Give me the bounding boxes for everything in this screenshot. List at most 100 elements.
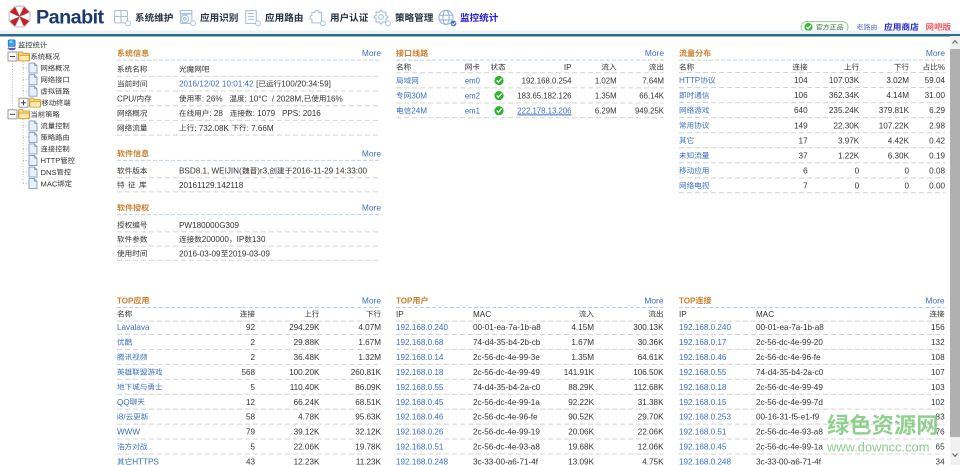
svg-text:24M: 24M (411, 107, 427, 116)
svg-text:30.36K: 30.36K (638, 338, 664, 347)
svg-text:IP: IP (237, 235, 245, 244)
svg-text:88.29K: 88.29K (568, 383, 594, 392)
svg-text:20161129.142118: 20161129.142118 (179, 181, 244, 190)
svg-text:00-01-ea-7a-1b-a8: 00-01-ea-7a-1b-a8 (473, 323, 541, 332)
svg-text:108: 108 (931, 353, 945, 362)
svg-text:12.06K: 12.06K (638, 443, 664, 452)
svg-text:0.19: 0.19 (929, 151, 945, 160)
svg-text:294.29K: 294.29K (289, 323, 320, 332)
svg-text:192.168.0.55: 192.168.0.55 (396, 383, 444, 392)
svg-text:: 1079 PPS: 2016: : 1079 PPS: 2016 (253, 109, 322, 118)
svg-text:130: 130 (252, 235, 266, 244)
svg-text:2016-03-09: 2016-03-09 (179, 249, 221, 258)
svg-text:4.15M: 4.15M (571, 323, 594, 332)
svg-text:222.178.13.206: 222.178.13.206 (517, 107, 571, 116)
svg-text:Lavalava: Lavalava (117, 323, 150, 332)
svg-text:37: 37 (799, 151, 809, 160)
svg-text:192.168.0.240: 192.168.0.240 (396, 323, 448, 332)
svg-text:43: 43 (246, 458, 256, 465)
svg-text:235.24K: 235.24K (829, 106, 860, 115)
svg-text:1.35M: 1.35M (595, 91, 617, 100)
svg-text:66.24K: 66.24K (294, 398, 320, 407)
svg-text:106.50K: 106.50K (633, 368, 664, 377)
svg-text:More: More (926, 295, 945, 305)
svg-text:95.63K: 95.63K (355, 413, 381, 422)
svg-text:12: 12 (246, 398, 256, 407)
svg-text:22.30K: 22.30K (833, 121, 859, 130)
svg-text:65: 65 (936, 443, 946, 452)
svg-text:141.91K: 141.91K (564, 368, 595, 377)
svg-text:TOP: TOP (396, 296, 413, 305)
svg-text:7: 7 (803, 181, 808, 190)
svg-text:68.51K: 68.51K (355, 398, 381, 407)
svg-text:6.29: 6.29 (929, 106, 945, 115)
svg-text:192.168.0.26: 192.168.0.26 (396, 428, 444, 437)
svg-text:59.04: 59.04 (925, 76, 946, 85)
svg-text:%: % (938, 63, 945, 72)
svg-text:379.81K: 379.81K (879, 106, 910, 115)
svg-text:39.12K: 39.12K (294, 428, 320, 437)
svg-text:em2: em2 (465, 91, 480, 100)
svg-text:DNS: DNS (41, 168, 57, 177)
svg-text:em1: em1 (465, 107, 480, 116)
svg-text:107: 107 (931, 368, 945, 377)
svg-text:3.97K: 3.97K (838, 136, 860, 145)
svg-text:192.168.0.46: 192.168.0.46 (679, 353, 727, 362)
svg-text:2c-56-dc-4e-96-fe: 2c-56-dc-4e-96-fe (756, 353, 821, 362)
svg-text:00-16-31-f5-e1-f9: 00-16-31-f5-e1-f9 (756, 413, 820, 422)
svg-text:12.23K: 12.23K (294, 458, 320, 465)
svg-text:1.67M: 1.67M (358, 338, 381, 347)
svg-text:1.35M: 1.35M (571, 353, 594, 362)
svg-text:2c-56-dc-4e-99-49: 2c-56-dc-4e-99-49 (756, 383, 823, 392)
svg-text:2: 2 (250, 353, 255, 362)
svg-text:HTTP: HTTP (41, 156, 61, 165)
svg-text:2: 2 (250, 338, 255, 347)
svg-text:192.168.0.18: 192.168.0.18 (396, 368, 444, 377)
svg-text:: 732.08K: : 732.08K (194, 124, 231, 133)
svg-text:192.168.0.253: 192.168.0.253 (679, 413, 731, 422)
svg-text:3c-33-00-a6-71-4f: 3c-33-00-a6-71-4f (473, 458, 539, 465)
svg-text:6.29M: 6.29M (595, 107, 617, 116)
svg-text:192.168.0.45: 192.168.0.45 (396, 398, 444, 407)
svg-text:103: 103 (931, 383, 945, 392)
svg-text:IP: IP (679, 310, 687, 319)
svg-text:4.07M: 4.07M (358, 323, 381, 332)
svg-text:19.78K: 19.78K (355, 443, 381, 452)
svg-text:2.98: 2.98 (929, 121, 945, 130)
svg-text:32.12K: 32.12K (355, 428, 381, 437)
svg-text:MAC: MAC (41, 179, 58, 188)
svg-text:0: 0 (904, 181, 909, 190)
svg-text:2c-56-dc-4e-99-20: 2c-56-dc-4e-99-20 (756, 338, 823, 347)
svg-text:74-d4-35-b4-2a-c0: 74-d4-35-b4-2a-c0 (756, 368, 824, 377)
svg-text:2c-56-dc-4e-99-1a: 2c-56-dc-4e-99-1a (756, 443, 823, 452)
svg-text:2016-11-29 14:33:00: 2016-11-29 14:33:00 (292, 167, 367, 176)
svg-text:1.32M: 1.32M (358, 353, 381, 362)
svg-text:0.42: 0.42 (929, 136, 945, 145)
svg-text:90.52K: 90.52K (568, 413, 594, 422)
svg-text:2c-56-dc-4e-96-fe: 2c-56-dc-4e-96-fe (473, 413, 538, 422)
svg-text:76: 76 (936, 428, 946, 437)
svg-text:74-d4-35-b4-2b-cb: 74-d4-35-b4-2b-cb (473, 338, 541, 347)
svg-text:i8/: i8/ (117, 413, 126, 422)
svg-text:86.09K: 86.09K (355, 383, 381, 392)
svg-text:TOP: TOP (679, 296, 696, 305)
svg-text:192.168.0.254: 192.168.0.254 (522, 76, 573, 85)
svg-text:2c-56-dc-4e-99-19: 2c-56-dc-4e-99-19 (473, 428, 540, 437)
svg-text:79: 79 (246, 428, 256, 437)
svg-text:00-01-ea-7a-1b-a8: 00-01-ea-7a-1b-a8 (756, 323, 824, 332)
svg-text:58: 58 (246, 413, 256, 422)
svg-text:192.168.0.18: 192.168.0.18 (679, 383, 727, 392)
svg-text:112.68K: 112.68K (634, 383, 664, 392)
svg-text:192.168.0.15: 192.168.0.15 (679, 398, 727, 407)
svg-text:More: More (362, 48, 381, 58)
svg-text:192.168.0.45: 192.168.0.45 (679, 443, 727, 452)
svg-text:BSD8.1, WEIJIN(: BSD8.1, WEIJIN( (179, 167, 242, 176)
svg-text:0.08: 0.08 (929, 166, 945, 175)
svg-text:92.22K: 92.22K (568, 398, 594, 407)
svg-text:More: More (644, 295, 663, 305)
svg-text:16%: 16% (326, 94, 342, 103)
svg-text:Panabit: Panabit (36, 7, 105, 29)
svg-text:TOP: TOP (117, 296, 134, 305)
svg-text:1.02M: 1.02M (595, 76, 617, 85)
svg-text:HTTP: HTTP (679, 76, 700, 85)
